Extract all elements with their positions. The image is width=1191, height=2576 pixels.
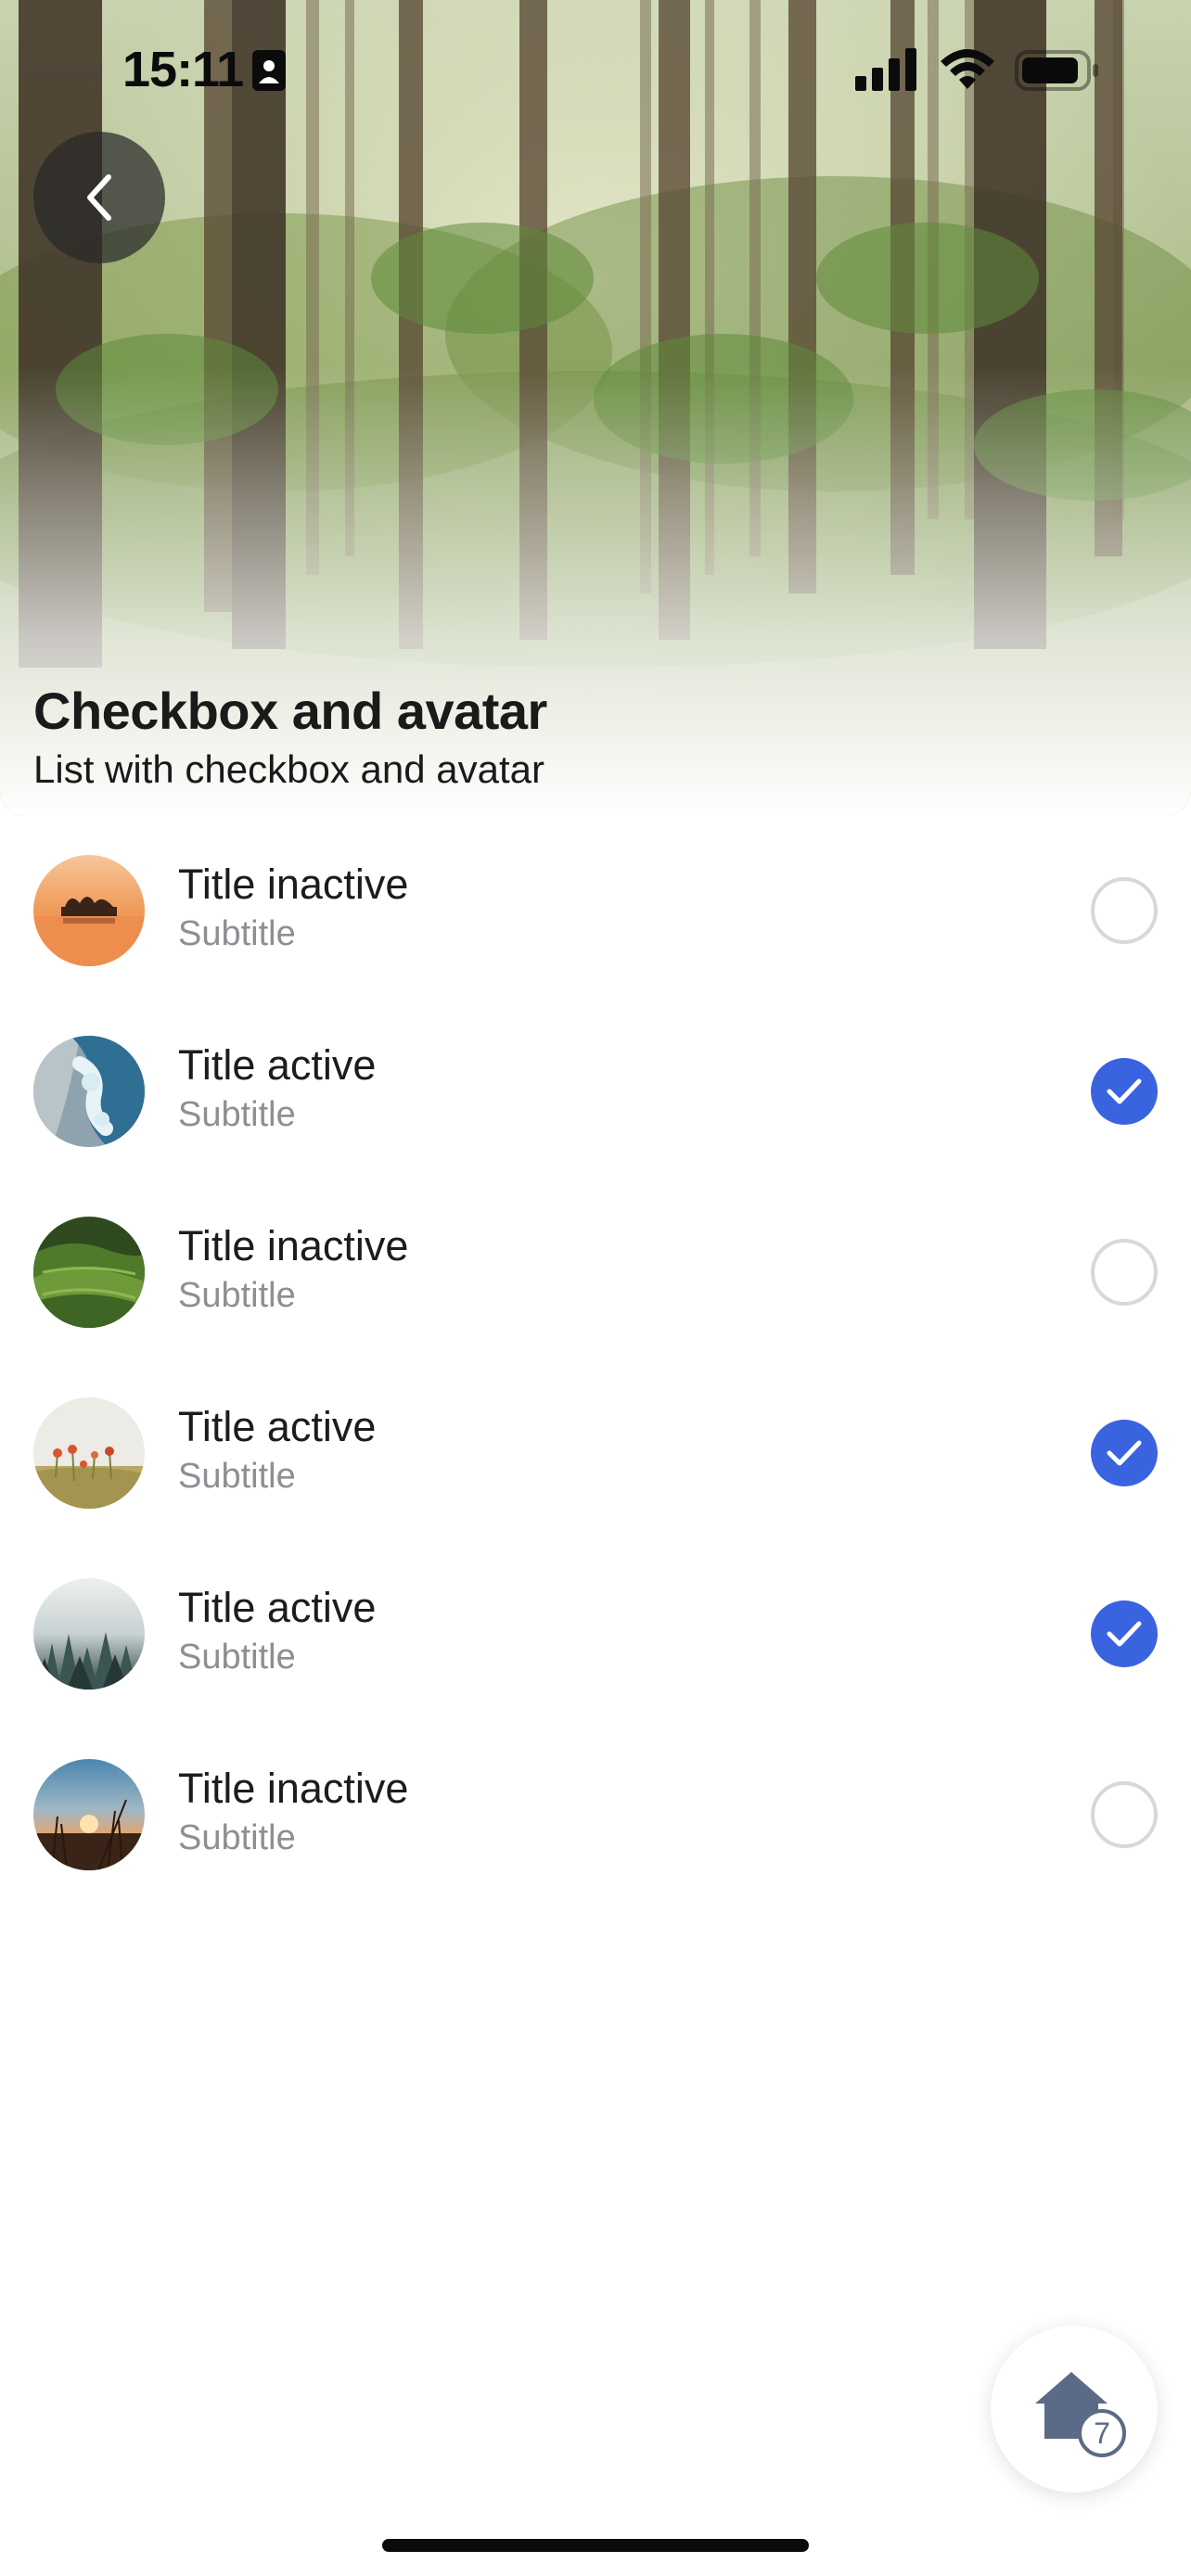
checkbox-unchecked[interactable]: [1091, 1239, 1158, 1306]
item-title: Title active: [178, 1041, 377, 1089]
avatar-sunset-grass-image: [33, 1759, 145, 1870]
item-subtitle: Subtitle: [178, 1457, 296, 1496]
signal-icon: [855, 48, 916, 91]
item-title: Title inactive: [178, 861, 409, 908]
status-time: 15:11: [122, 42, 244, 97]
checkbox-checked[interactable]: [1091, 1420, 1158, 1486]
avatar: [33, 1578, 145, 1690]
list-item[interactable]: Title active Subtitle: [0, 1025, 1191, 1205]
item-title: Title inactive: [178, 1765, 409, 1812]
header-hero: 15:11 Checkbox and avatar List with chec…: [0, 0, 1191, 816]
item-subtitle: Subtitle: [178, 1818, 296, 1857]
back-button[interactable]: [33, 132, 165, 263]
avatar: [33, 1397, 145, 1509]
home-button[interactable]: 7: [991, 2326, 1158, 2493]
list: Title inactive Subtitle Title active Sub…: [0, 844, 1191, 1929]
list-item[interactable]: Title inactive Subtitle: [0, 1205, 1191, 1386]
item-title: Title active: [178, 1584, 377, 1631]
list-item[interactable]: Title inactive Subtitle: [0, 844, 1191, 1025]
item-title: Title inactive: [178, 1222, 409, 1269]
avatar-sunset-lake-image: [33, 855, 145, 966]
checkbox-checked[interactable]: [1091, 1600, 1158, 1667]
chevron-left-icon: [87, 174, 111, 221]
item-subtitle: Subtitle: [178, 1638, 296, 1677]
item-title: Title active: [178, 1403, 377, 1450]
page-title: Checkbox and avatar: [33, 682, 547, 740]
checkmark-icon: [1107, 1078, 1142, 1104]
checkbox-checked[interactable]: [1091, 1058, 1158, 1125]
checkbox-unchecked[interactable]: [1091, 877, 1158, 944]
home-indicator: [382, 2539, 809, 2552]
wifi-icon: [941, 49, 994, 89]
list-item[interactable]: Title active Subtitle: [0, 1386, 1191, 1567]
avatar: [33, 1036, 145, 1147]
checkmark-icon: [1107, 1440, 1142, 1466]
avatar: [33, 1759, 145, 1870]
contact-card-icon: [252, 50, 286, 91]
avatar-misty-forest-image: [33, 1578, 145, 1690]
item-subtitle: Subtitle: [178, 1276, 296, 1315]
avatar-green-hills-image: [33, 1217, 145, 1328]
status-bar: 15:11: [0, 0, 1191, 139]
list-item[interactable]: Title inactive Subtitle: [0, 1748, 1191, 1929]
battery-icon: [1015, 50, 1098, 91]
screen: 15:11 Checkbox and avatar List with chec…: [0, 0, 1191, 2576]
item-subtitle: Subtitle: [178, 914, 296, 953]
checkmark-icon: [1107, 1621, 1142, 1647]
avatar: [33, 855, 145, 966]
home-badge: 7: [1078, 2409, 1126, 2457]
checkbox-unchecked[interactable]: [1091, 1781, 1158, 1848]
list-item[interactable]: Title active Subtitle: [0, 1567, 1191, 1748]
avatar-wildflowers-image: [33, 1397, 145, 1509]
item-subtitle: Subtitle: [178, 1095, 296, 1134]
page-subtitle: List with checkbox and avatar: [33, 747, 544, 791]
avatar-ocean-wave-image: [33, 1036, 145, 1147]
avatar: [33, 1217, 145, 1328]
